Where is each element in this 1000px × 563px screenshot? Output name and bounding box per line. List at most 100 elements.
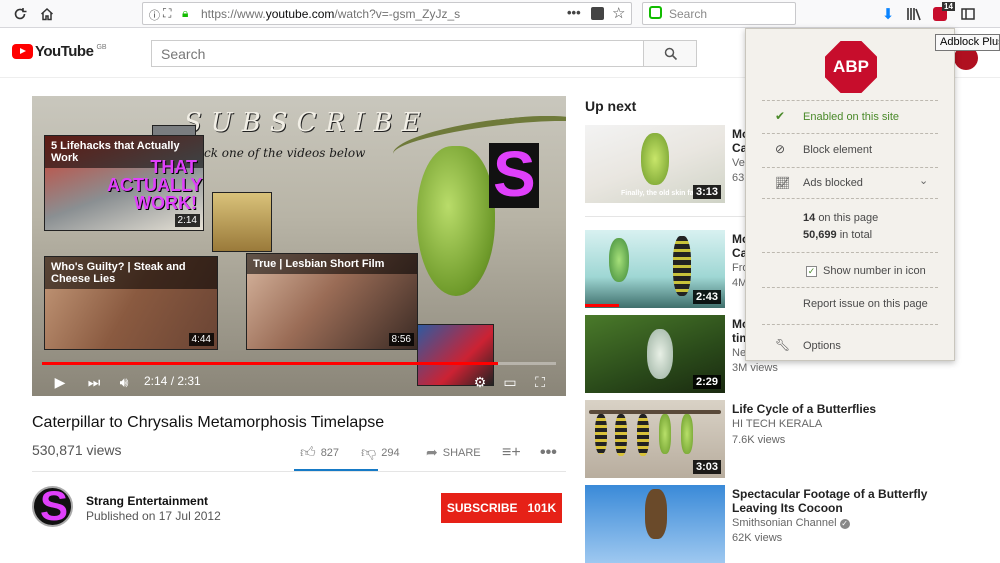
chevron-down-icon[interactable]: ⌄ <box>919 174 928 187</box>
recommended-video-channel[interactable]: Ve <box>732 157 745 169</box>
divider <box>762 133 938 134</box>
verified-icon: ✓ <box>839 519 850 529</box>
block-element-button[interactable]: Block element <box>803 144 872 156</box>
volume-icon[interactable]: 🔊︎ <box>114 372 134 392</box>
theater-mode-icon[interactable]: ▭ <box>500 372 520 392</box>
enabled-toggle[interactable]: Enabled on this site <box>803 111 899 123</box>
published-date: Published on 17 Jul 2012 <box>86 509 221 523</box>
time-display: 2:14 / 2:31 <box>144 374 201 388</box>
view-count: 530,871 views <box>32 442 122 458</box>
end-card-duration: 8:56 <box>388 333 414 346</box>
end-card-big-text: THAT ACTUALLY WORK! <box>107 157 203 213</box>
show-number-checkbox[interactable]: ✓ <box>806 266 817 277</box>
video-thumbnail[interactable]: Finally, the old skin falls off. 3:13 <box>585 125 725 203</box>
up-next-label: Up next <box>585 98 637 114</box>
settings-gear-icon[interactable]: ⚙ <box>470 372 490 392</box>
lock-icon[interactable]: 🔒︎ <box>182 6 188 21</box>
add-to-playlist-icon[interactable]: ≡+ <box>502 444 521 462</box>
youtube-search-input[interactable]: Search <box>151 40 644 67</box>
home-icon[interactable] <box>37 4 57 24</box>
end-card-duration: 2:14 <box>174 214 200 227</box>
end-card-title: True | Lesbian Short Film <box>247 254 417 274</box>
chrysalis-graphic <box>417 146 495 296</box>
library-icon[interactable] <box>904 4 924 24</box>
recommended-video-channel[interactable]: Smithsonian Channel ✓ <box>732 517 850 529</box>
browser-search-bar[interactable]: Search <box>642 2 796 25</box>
sidebar-icon[interactable] <box>958 4 978 24</box>
divider <box>32 471 566 472</box>
channel-logo-overlay[interactable]: S <box>489 138 539 210</box>
ads-blocked-header[interactable]: Ads blocked <box>803 177 863 189</box>
video-duration: 2:29 <box>692 375 721 389</box>
divider <box>762 252 938 253</box>
youtube-search-placeholder: Search <box>161 46 206 62</box>
checkmark-icon: ✔ <box>775 109 786 123</box>
report-issue-button[interactable]: Report issue on this page <box>803 298 928 310</box>
like-button[interactable]: 👍︎ 827 <box>300 444 339 462</box>
end-card-title: Who's Guilty? | Steak and Cheese Lies <box>45 257 217 289</box>
share-label: SHARE <box>442 446 481 459</box>
subscribe-button[interactable]: SUBSCRIBE 101K <box>441 493 562 523</box>
share-button[interactable]: ➦ SHARE <box>426 444 481 461</box>
recommended-video-title[interactable]: Life Cycle of a Butterflies <box>732 402 932 416</box>
adblock-plus-popup: ABP ✔ Enabled on this site ⊘ Block eleme… <box>745 28 955 361</box>
player-controls: ▶ ⏭ 🔊︎ 2:14 / 2:31 ⚙ ▭ ⛶ <box>32 368 566 396</box>
youtube-search-button[interactable] <box>643 40 697 67</box>
video-title: Caterpillar to Chrysalis Metamorphosis T… <box>32 414 385 431</box>
subscribe-overlay-subtext: ck one of the videos below <box>204 146 366 160</box>
youtube-logo[interactable]: YouTube GB <box>12 43 107 60</box>
progress-fill <box>42 362 499 365</box>
end-card-video[interactable]: 5 Lifehacks that Actually Work THAT ACTU… <box>44 135 204 231</box>
video-duration: 3:03 <box>692 460 721 474</box>
page-blocked-count: 14 on this page <box>803 212 879 224</box>
video-thumbnail[interactable]: 2:29 <box>585 315 725 393</box>
url-text[interactable]: https://www.youtube.com/watch?v=-gsm_ZyJ… <box>201 7 460 21</box>
divider <box>762 324 938 325</box>
info-icon[interactable]: ⓘ <box>149 7 160 23</box>
options-button[interactable]: Options <box>803 340 841 352</box>
video-thumbnail[interactable] <box>585 485 725 563</box>
permissions-icon[interactable]: ⛶ <box>163 6 171 21</box>
reload-icon[interactable] <box>10 4 30 24</box>
thumbs-down-icon: 👎︎ <box>361 444 377 461</box>
abp-logo: ABP <box>825 41 877 93</box>
total-blocked-count: 50,699 in total <box>803 229 873 241</box>
end-card-video[interactable]: True | Lesbian Short Film 8:56 <box>246 253 418 350</box>
play-icon[interactable]: ▶ <box>50 372 70 392</box>
youtube-play-icon <box>12 44 33 59</box>
recommended-video-title[interactable]: Spectacular Footage of a Butterfly Leavi… <box>732 487 932 515</box>
channel-avatar[interactable]: S <box>32 486 73 527</box>
subscribe-overlay-text: SUBSCRIBE <box>184 108 430 138</box>
search-engine-icon[interactable] <box>649 6 662 19</box>
progress-bar[interactable] <box>42 362 556 365</box>
video-duration: 2:43 <box>692 290 721 304</box>
video-player[interactable]: SUBSCRIBE ck one of the videos below S 5… <box>32 96 566 396</box>
video-thumbnail[interactable]: 2:43 <box>585 230 725 308</box>
pocket-icon[interactable] <box>591 7 604 20</box>
fullscreen-icon[interactable]: ⛶ <box>530 372 550 392</box>
end-card-small[interactable] <box>212 192 272 252</box>
divider <box>762 198 938 199</box>
recommended-video-views: 62K views <box>732 532 783 544</box>
bookmark-star-icon[interactable]: ☆ <box>612 4 625 22</box>
wrench-icon: 🔧︎ <box>775 338 791 352</box>
show-number-label[interactable]: Show number in icon <box>823 265 926 277</box>
recommended-video-channel[interactable]: Ne <box>732 347 746 359</box>
page-actions-icon[interactable]: ••• <box>567 5 581 20</box>
video-duration: 3:13 <box>692 185 721 199</box>
url-bar[interactable]: ⓘ ⛶ 🔒︎ https://www.youtube.com/watch?v=-… <box>142 2 632 25</box>
divider <box>762 287 938 288</box>
recommended-video-channel[interactable]: HI TECH KERALA <box>732 418 822 430</box>
recommended-video-views: 3M views <box>732 362 778 374</box>
next-icon[interactable]: ⏭ <box>84 372 104 392</box>
share-icon: ➦ <box>426 444 438 460</box>
channel-name[interactable]: Strang Entertainment <box>86 494 208 508</box>
end-card-video[interactable]: Who's Guilty? | Steak and Cheese Lies 4:… <box>44 256 218 350</box>
search-icon <box>664 47 678 61</box>
download-icon[interactable]: ⬇ <box>878 4 898 24</box>
video-thumbnail[interactable]: 3:03 <box>585 400 725 478</box>
recommended-video-views: 63 <box>732 172 745 184</box>
more-actions-icon[interactable]: ••• <box>540 444 557 462</box>
dislike-button[interactable]: 👎︎ 294 <box>361 444 400 462</box>
end-card-duration: 4:44 <box>188 333 214 346</box>
